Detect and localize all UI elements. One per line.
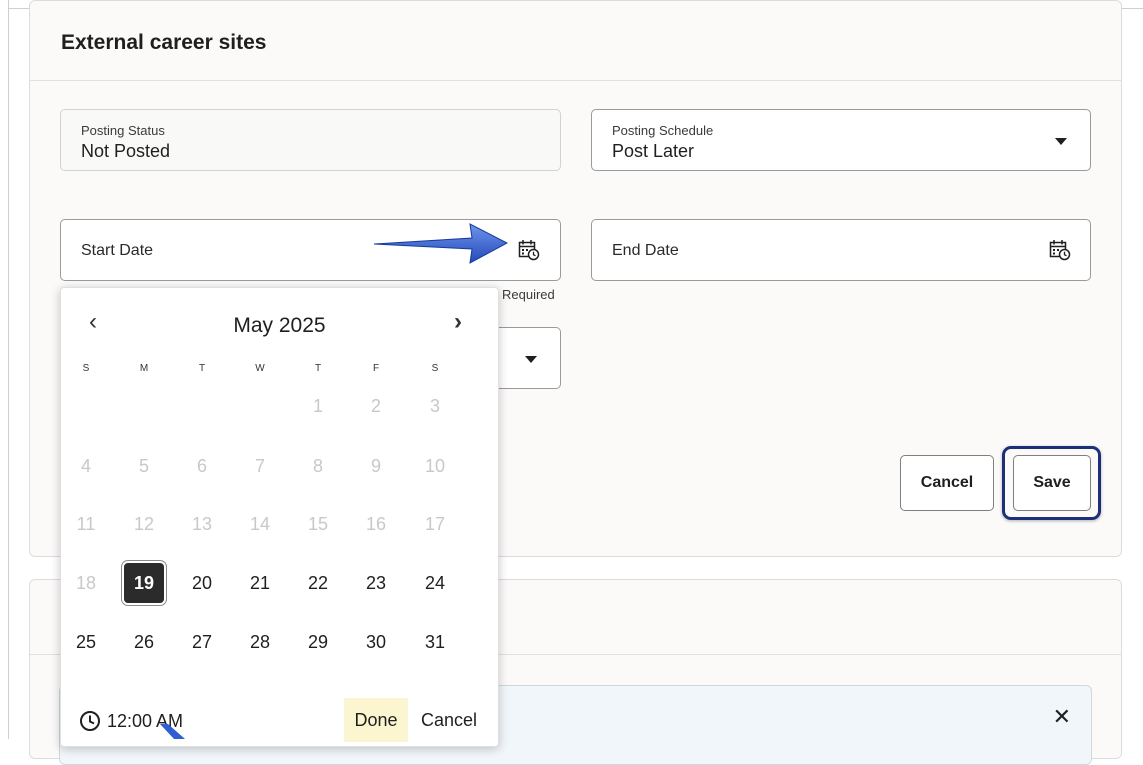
weekday-header: T (314, 363, 322, 374)
card-header: External career sites (30, 1, 1121, 81)
calendar-day[interactable]: 27 (182, 622, 222, 662)
calendar-day: 11 (76, 514, 96, 534)
calendar-day[interactable]: 31 (415, 622, 455, 662)
calendar-day: 1 (312, 396, 323, 416)
calendar-day: 13 (191, 514, 213, 534)
calendar-day[interactable]: 20 (182, 563, 222, 603)
weekday-header: M (139, 363, 149, 374)
posting-status-value: Not Posted (81, 141, 171, 161)
calendar-icon[interactable] (518, 239, 540, 261)
calendar-day: 16 (365, 514, 387, 534)
posting-schedule-value: Post Later (612, 141, 695, 161)
calendar-day: 2 (370, 396, 381, 416)
close-icon[interactable]: ✕ (1053, 704, 1071, 730)
calendar-day[interactable]: 21 (240, 563, 280, 603)
weekday-header: F (372, 363, 380, 374)
calendar-day[interactable]: 23 (356, 563, 396, 603)
selected-day[interactable]: 19 (124, 563, 164, 603)
calendar-day[interactable]: 26 (124, 622, 164, 662)
end-date-field[interactable]: End Date (591, 219, 1091, 281)
calendar-day: 8 (312, 456, 323, 476)
next-month-button[interactable]: › (454, 308, 462, 336)
chevron-down-icon (1055, 138, 1067, 145)
calendar-day[interactable]: 30 (356, 622, 396, 662)
annotation-arrow (373, 223, 509, 264)
weekday-header: T (198, 363, 206, 374)
calendar-day[interactable]: 28 (240, 622, 280, 662)
done-button[interactable]: Done (344, 698, 408, 742)
calendar-day: 9 (370, 456, 381, 476)
weekday-header: S (431, 363, 439, 374)
start-date-required-hint: Required (502, 287, 555, 302)
calendar-day: 6 (196, 456, 207, 476)
datepicker-popup: ‹ May 2025 › SMTWTFS 1 2 3 4 5 6 7 8 9 10 11 12 13 14… (60, 287, 499, 747)
calendar-day: 14 (249, 514, 271, 534)
section-title: External career sites (61, 31, 267, 54)
calendar-day: 12 (133, 514, 155, 534)
frame-border-left (8, 0, 9, 739)
calendar-day[interactable]: 29 (298, 622, 338, 662)
cancel-button[interactable]: Cancel (900, 455, 994, 511)
calendar-day: 3 (429, 396, 440, 416)
chevron-down-icon (525, 356, 537, 363)
clock-icon (80, 711, 100, 731)
annotation-arrow (160, 724, 185, 739)
posting-status-field: Posting Status Not Posted (60, 109, 561, 171)
start-date-label: Start Date (81, 242, 154, 259)
weekday-header: S (82, 363, 90, 374)
calendar-day: 4 (80, 456, 91, 476)
calendar-day[interactable]: 25 (66, 622, 106, 662)
calendar-icon[interactable] (1049, 239, 1071, 261)
month-title: May 2025 (233, 314, 326, 337)
calendar-day: 10 (424, 456, 446, 476)
weekday-header: W (255, 363, 265, 374)
datepicker-cancel-button[interactable]: Cancel (421, 698, 477, 742)
posting-schedule-select[interactable]: Posting Schedule Post Later (591, 109, 1091, 171)
calendar-day: 5 (138, 456, 149, 476)
calendar-day[interactable]: 22 (298, 563, 338, 603)
calendar-day: 7 (254, 456, 265, 476)
calendar-day[interactable]: 24 (415, 563, 455, 603)
end-date-label: End Date (612, 242, 679, 259)
calendar-day: 15 (307, 514, 329, 534)
save-button[interactable]: Save (1013, 455, 1091, 511)
posting-status-label: Posting Status (81, 123, 165, 138)
calendar-day: 18 (75, 573, 97, 593)
calendar-day: 17 (424, 514, 446, 534)
posting-schedule-label: Posting Schedule (612, 123, 714, 138)
